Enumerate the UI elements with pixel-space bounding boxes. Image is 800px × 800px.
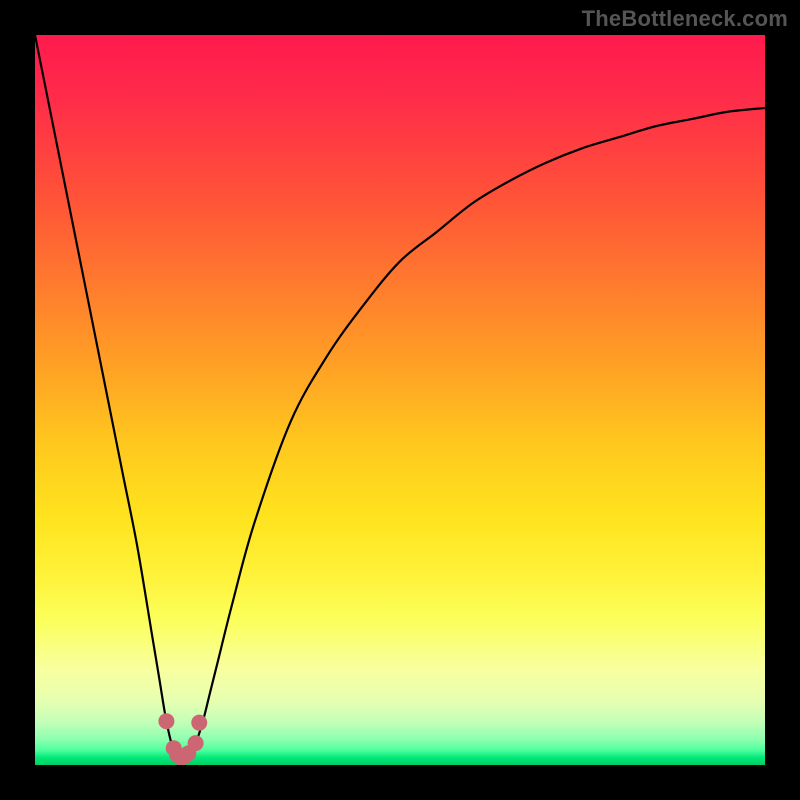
marker-dot	[188, 735, 204, 751]
bottleneck-curve	[35, 35, 765, 758]
marker-dot	[158, 713, 174, 729]
chart-frame: TheBottleneck.com	[0, 0, 800, 800]
watermark-text: TheBottleneck.com	[582, 6, 788, 32]
minimum-markers	[158, 713, 207, 765]
bottleneck-chart	[35, 35, 765, 765]
marker-dot	[191, 715, 207, 731]
plot-area	[35, 35, 765, 765]
